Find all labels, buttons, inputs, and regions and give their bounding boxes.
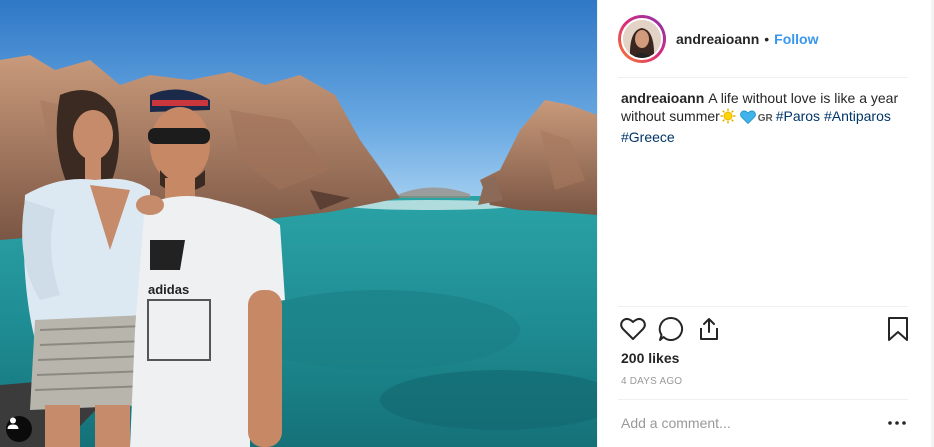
hashtag-link[interactable]: #Greece	[621, 129, 675, 145]
like-count[interactable]: 200 likes	[621, 350, 679, 366]
sun-emoji	[720, 108, 736, 128]
follow-button[interactable]: Follow	[774, 31, 818, 47]
profile-avatar[interactable]	[618, 15, 666, 63]
comment-input[interactable]	[618, 410, 858, 436]
shirt-logo-text: adidas	[148, 282, 189, 297]
hashtag-link[interactable]: #Antiparos	[824, 108, 891, 124]
post-timestamp[interactable]: 4 DAYS AGO	[621, 376, 682, 387]
caption-username[interactable]: andreaioann	[621, 90, 704, 106]
heart-icon[interactable]	[618, 314, 648, 344]
avatar-image	[621, 18, 663, 60]
post-photo-image: adidas	[0, 0, 597, 447]
post-header: andreaioann • Follow	[598, 0, 934, 78]
header-divider	[618, 77, 908, 78]
post-details-panel: andreaioann • Follow andreaioann A life w…	[597, 0, 934, 447]
post-photo[interactable]: adidas	[0, 0, 597, 447]
more-options-icon[interactable]	[885, 414, 909, 432]
bookmark-icon[interactable]	[883, 314, 913, 344]
comment-divider	[618, 399, 908, 400]
share-icon[interactable]	[694, 314, 724, 344]
post-caption: andreaioann A life without love is like a…	[621, 89, 911, 146]
comment-icon[interactable]	[656, 314, 686, 344]
person-tag-icon[interactable]	[6, 416, 32, 442]
header-separator: •	[764, 31, 770, 47]
post-actions	[618, 314, 915, 344]
hashtag-link[interactable]: #Paros	[776, 108, 820, 124]
actions-divider	[618, 306, 908, 307]
post-author-username[interactable]: andreaioann	[676, 31, 759, 47]
flag-emoji-text: GR	[757, 113, 773, 124]
blue-heart-emoji	[739, 110, 756, 128]
